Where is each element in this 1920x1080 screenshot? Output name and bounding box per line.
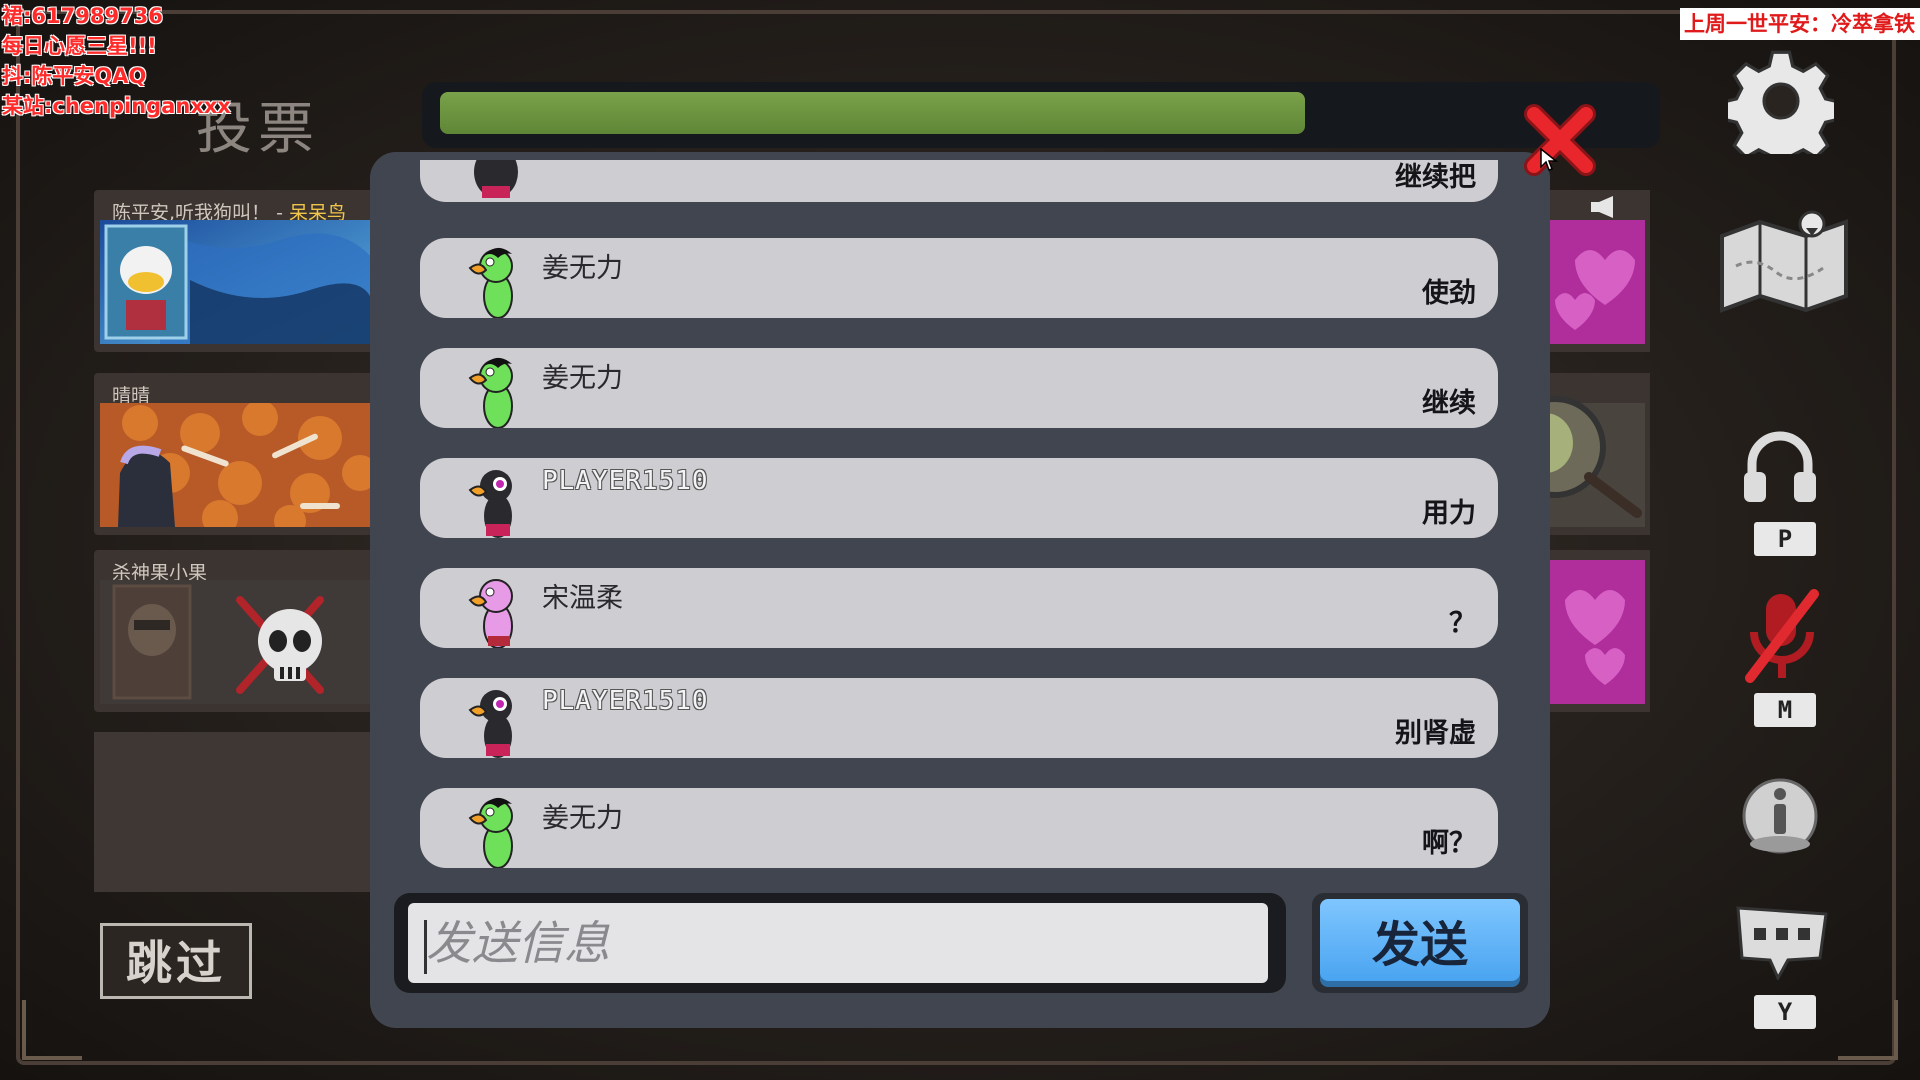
player-card-partial[interactable]	[1545, 190, 1650, 352]
player-card-partial[interactable]	[1545, 550, 1650, 712]
player-card[interactable]: 陈平安,听我狗叫！ - 呆呆鸟	[94, 190, 374, 352]
goose-avatar-icon	[468, 470, 512, 538]
goose-avatar-icon	[474, 160, 518, 198]
goose-avatar-icon	[468, 690, 512, 758]
chat-message-list[interactable]: 继续把 姜无力 使劲 姜无力 继续 PLAYER1510 用力 宋温柔 ？ PL…	[420, 160, 1498, 870]
chat-message-author: 姜无力	[542, 363, 623, 394]
skip-vote-button[interactable]: 跳过	[100, 923, 252, 999]
overlay-top-right-banner: 上周一世平安：冷萃拿铁	[1680, 8, 1920, 40]
goose-avatar-icon	[468, 797, 513, 868]
player-portrait	[100, 220, 374, 344]
text-caret	[424, 920, 427, 974]
chat-message-author: 姜无力	[542, 253, 623, 284]
chat-bubble-icon[interactable]	[1734, 900, 1830, 980]
dead-skull-icon	[258, 609, 322, 681]
player-card-dead: 杀神果小果	[94, 550, 374, 712]
chat-message-input[interactable]	[408, 903, 1268, 983]
chat-message-text: 啊？	[1422, 828, 1476, 859]
goose-avatar-icon	[468, 247, 513, 318]
player-portrait	[1545, 196, 1645, 344]
chat-key-badge: Y	[1754, 995, 1816, 1029]
chat-message-text: 继续	[1422, 388, 1476, 419]
mouse-cursor-icon	[1540, 148, 1558, 171]
chat-message: 姜无力 啊？	[420, 788, 1498, 868]
overlay-text-bilibili: 某站:chenpinganxxx	[2, 94, 231, 118]
frame-corner-bottom-left	[22, 1000, 82, 1060]
info-icon[interactable]	[1740, 770, 1820, 856]
player-card[interactable]: 晴晴	[94, 373, 374, 535]
microphone-muted-icon[interactable]	[1736, 586, 1828, 686]
chat-message: PLAYER1510 别肾虚	[420, 678, 1498, 758]
map-icon[interactable]	[1716, 206, 1852, 316]
overlay-text-douyin: 抖:陈平安QAQ	[2, 64, 147, 88]
chat-message-text: 用力	[1422, 498, 1476, 529]
chat-message-text: 使劲	[1422, 278, 1476, 309]
chat-message-text: ？	[1449, 608, 1476, 639]
frame-corner-bottom-right	[1838, 1000, 1898, 1060]
player-portrait	[1545, 560, 1645, 704]
chat-message-text: 别肾虚	[1395, 718, 1476, 749]
chat-message: PLAYER1510 用力	[420, 458, 1498, 538]
chat-message-author: PLAYER1510	[542, 466, 709, 496]
chat-message: 姜无力 使劲	[420, 238, 1498, 318]
send-button[interactable]: 发送	[1320, 899, 1520, 981]
mic-key-badge: M	[1754, 693, 1816, 727]
player-portrait	[1545, 396, 1645, 527]
chat-message: 继续把	[420, 160, 1498, 202]
close-chat-icon[interactable]	[1520, 100, 1600, 180]
player-portrait	[100, 403, 374, 527]
chat-input-frame	[394, 893, 1286, 993]
player-portrait	[100, 580, 374, 704]
headphones-icon[interactable]	[1738, 426, 1822, 506]
vote-timer-fill	[440, 92, 1305, 134]
chat-message: 宋温柔 ？	[420, 568, 1498, 648]
empty-player-slot	[94, 732, 374, 892]
chat-message-author: 姜无力	[542, 803, 623, 834]
chat-message-author: PLAYER1510	[542, 686, 709, 716]
send-button-frame: 发送	[1312, 893, 1528, 993]
megaphone-icon	[1591, 196, 1613, 218]
overlay-text-daily: 每日心愿三星!!!	[2, 34, 157, 58]
headphones-key-badge: P	[1754, 522, 1816, 556]
chat-message-text: 继续把	[1395, 162, 1476, 193]
overlay-text-qq: 裙:617989736	[2, 4, 163, 28]
goose-avatar-icon	[468, 357, 513, 428]
chat-message-author: 宋温柔	[542, 583, 623, 614]
chat-message: 姜无力 继续	[420, 348, 1498, 428]
goose-avatar-icon	[468, 579, 513, 648]
gear-icon[interactable]	[1728, 48, 1834, 154]
player-card-partial[interactable]	[1545, 373, 1650, 535]
